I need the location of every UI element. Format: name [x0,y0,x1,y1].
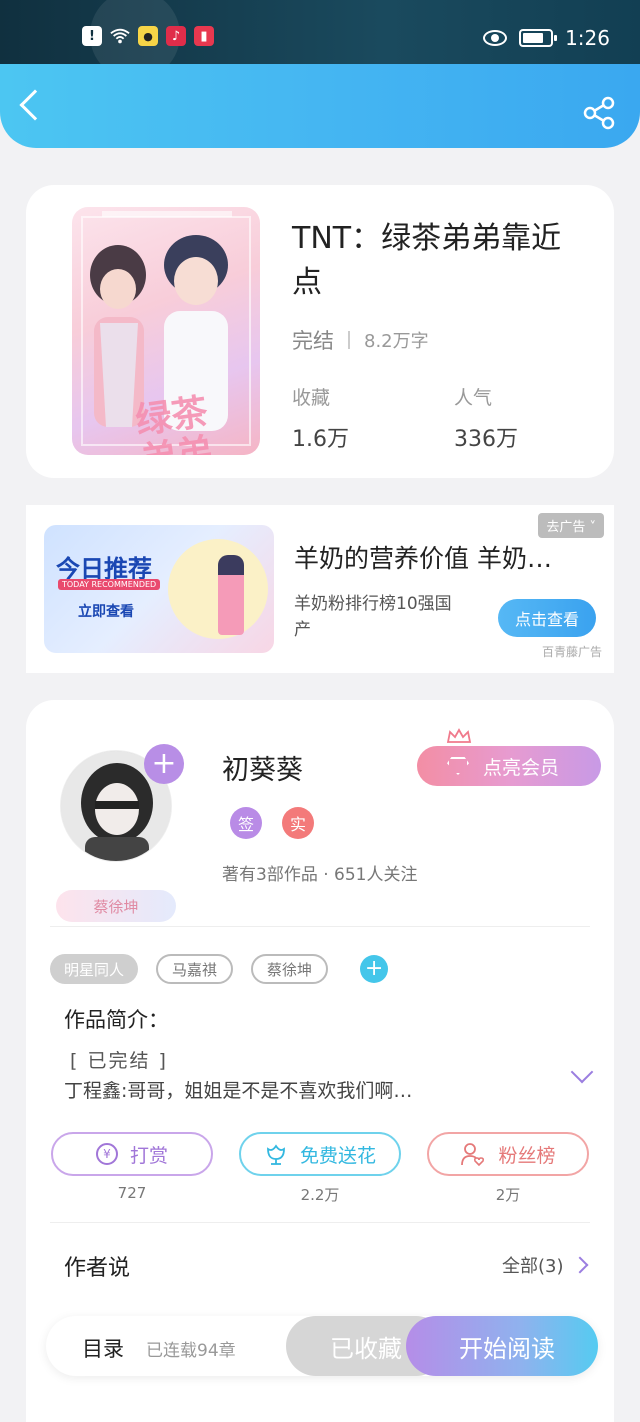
ad-title[interactable]: 羊奶的营养价值 羊奶… [294,539,584,575]
author-card: + 初葵葵 点亮会员 签 实 著有3部作品 · 651人关注 蔡徐坤 明星同人 … [26,700,614,1422]
book-title: TNT：绿茶弟弟靠近点 [292,221,562,300]
favorites-value: 1.6万 [292,427,349,452]
reward-button[interactable]: ¥ 打赏 [51,1132,213,1176]
start-reading-button[interactable]: 开始阅读 [406,1316,598,1376]
author-says-heading: 作者说 [64,1256,131,1281]
tag-category[interactable]: 明星同人 [50,954,139,984]
wifi-icon [110,26,130,46]
reward-count: 727 [117,1184,147,1202]
chapter-count: 已连载94章 [146,1341,236,1361]
ad-view-button[interactable]: 点击查看 [498,599,596,637]
reward-label: 打赏 [129,1144,168,1167]
battery-icon [519,29,558,47]
verified-badge: 实 [282,807,314,839]
status-right-icons: 1:26 [483,26,610,50]
ad-illustration-person [218,555,244,635]
fan-ranking-button[interactable]: 粉丝榜 [427,1132,589,1176]
fan-ranking-label: 粉丝榜 [498,1144,556,1167]
share-icon[interactable] [582,96,616,130]
header-bar [0,64,640,148]
divider [50,926,590,927]
send-flower-button[interactable]: 免费送花 [239,1132,401,1176]
intro-text[interactable]: 丁程鑫:哥哥，姐姐是不是不喜欢我们啊… [64,1076,412,1103]
author-says-all-link[interactable]: 全部(3) [502,1252,588,1278]
send-flower-label: 免费送花 [299,1144,376,1167]
tag-item[interactable]: 蔡徐坤 [251,954,329,984]
tag-list: 明星同人 马嘉祺 蔡徐坤 + [50,954,389,984]
intro-heading: 作品简介： [64,1008,169,1032]
back-chevron-icon[interactable] [19,89,51,121]
book-word-count: 8.2万字 [364,331,429,352]
ad-source: 百青藤广告 [541,645,602,659]
vip-button-label: 点亮会员 [483,756,560,779]
favorites-label: 收藏 [292,387,331,409]
fan-heart-icon [461,1143,485,1167]
crown-icon [446,728,472,743]
chevron-right-icon [571,1256,588,1274]
meta-divider [348,331,350,349]
divider [50,1222,590,1223]
book-status: 完结 [292,329,334,353]
ad-image-cta: 立即查看 [78,604,134,620]
intro-status: [ 已完结 ] [70,1050,168,1072]
table-of-contents-button[interactable]: 目录 [82,1333,124,1363]
status-time: 1:26 [565,26,610,50]
music-app-icon: ♪ [166,26,186,46]
popularity-label: 人气 [454,387,493,409]
activate-vip-button[interactable]: 点亮会员 [417,746,601,786]
signed-badge: 签 [230,807,262,839]
author-name[interactable]: 初葵葵 [222,748,303,787]
popularity-value: 336万 [454,427,518,452]
eye-icon [483,30,508,46]
diamond-icon [447,757,469,775]
remove-ad-button[interactable]: 去广告 ˅ [538,513,604,538]
tag-item[interactable]: 马嘉祺 [156,954,234,984]
author-stats: 著有3部作品 · 651人关注 [222,865,418,885]
alert-icon: ! [82,26,102,46]
ad-description: 羊奶粉排行榜10强国产 [294,594,452,640]
all-link-label: 全部(3) [502,1256,564,1277]
book-info-card: 绿茶弟弟靠近点 TNT：绿茶弟弟靠近点 完结 8.2万字 收藏 1.6万 人气 … [26,185,614,478]
ad-image-subtitle: TODAY RECOMMENDED [58,579,161,590]
expand-chevron-icon[interactable] [570,1060,594,1084]
book-meta: 完结 8.2万字 [292,325,429,355]
yen-coin-icon: ¥ [95,1143,118,1165]
book-app-icon: ▮ [194,26,214,46]
flower-count: 2.2万 [300,1186,340,1204]
book-cover[interactable]: 绿茶弟弟靠近点 [72,207,260,455]
add-tag-button[interactable]: + [360,955,389,983]
flower-icon [267,1144,285,1165]
status-left-icons: ! ● ♪ ▮ [82,26,214,46]
ad-image[interactable]: 今日推荐 TODAY RECOMMENDED 立即查看 [44,525,274,653]
fan-count: 2万 [495,1186,521,1204]
ad-banner[interactable]: 今日推荐 TODAY RECOMMENDED 立即查看 去广告 ˅ 羊奶的营养价… [26,505,614,673]
fan-tag[interactable]: 蔡徐坤 [56,890,176,922]
status-bar: ! ● ♪ ▮ 1:26 [0,0,640,80]
bottom-action-bar: 目录 已连载94章 已收藏 开始阅读 [46,1316,598,1376]
chat-app-icon: ● [138,26,158,46]
follow-plus-button[interactable]: + [144,744,184,784]
